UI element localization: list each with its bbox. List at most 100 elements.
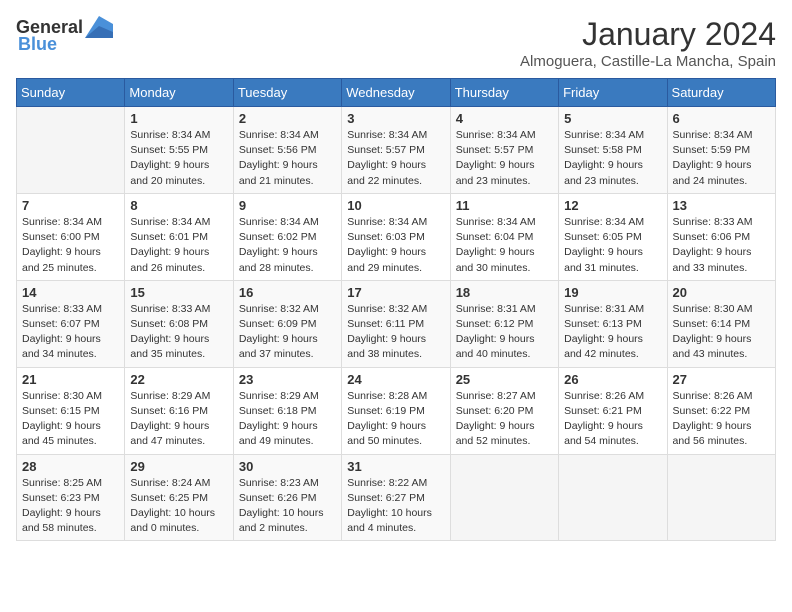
day-info: Sunrise: 8:29 AMSunset: 6:16 PMDaylight:… — [130, 389, 227, 450]
day-number: 17 — [347, 285, 444, 300]
day-info: Sunrise: 8:31 AMSunset: 6:13 PMDaylight:… — [564, 302, 661, 363]
calendar-cell: 29Sunrise: 8:24 AMSunset: 6:25 PMDayligh… — [125, 454, 233, 541]
day-info: Sunrise: 8:33 AMSunset: 6:08 PMDaylight:… — [130, 302, 227, 363]
calendar-cell: 4 Sunrise: 8:34 AMSunset: 5:57 PMDaylight… — [450, 107, 558, 194]
day-info: Sunrise: 8:34 AMSunset: 5:58 PMDaylight:… — [564, 128, 661, 189]
day-number: 6 — [673, 111, 770, 126]
weekday-header-saturday: Saturday — [667, 79, 775, 107]
calendar-cell: 25Sunrise: 8:27 AMSunset: 6:20 PMDayligh… — [450, 367, 558, 454]
weekday-header-tuesday: Tuesday — [233, 79, 341, 107]
day-info: Sunrise: 8:26 AMSunset: 6:22 PMDaylight:… — [673, 389, 770, 450]
day-number: 23 — [239, 372, 336, 387]
day-number: 3 — [347, 111, 444, 126]
week-row-4: 28 Sunrise: 8:25 AMSunset: 6:23 PMDayligh… — [17, 454, 776, 541]
day-number: 2 — [239, 111, 336, 126]
calendar-cell: 7 Sunrise: 8:34 AMSunset: 6:00 PMDaylight… — [17, 193, 125, 280]
day-info: Sunrise: 8:25 AMSunset: 6:23 PMDaylight:… — [22, 476, 119, 537]
calendar-cell: 31 Sunrise: 8:22 AMSunset: 6:27 PMDayligh… — [342, 454, 450, 541]
calendar-cell: 8Sunrise: 8:34 AMSunset: 6:01 PMDaylight… — [125, 193, 233, 280]
day-number: 13 — [673, 198, 770, 213]
day-number: 5 — [564, 111, 661, 126]
day-info: Sunrise: 8:23 AMSunset: 6:26 PMDaylight:… — [239, 476, 336, 537]
day-info: Sunrise: 8:34 AMSunset: 6:03 PMDaylight:… — [347, 215, 444, 276]
day-info: Sunrise: 8:34 AMSunset: 5:57 PMDaylight:… — [456, 128, 553, 189]
weekday-header-wednesday: Wednesday — [342, 79, 450, 107]
day-number: 12 — [564, 198, 661, 213]
day-info: Sunrise: 8:29 AMSunset: 6:18 PMDaylight:… — [239, 389, 336, 450]
day-info: Sunrise: 8:30 AMSunset: 6:14 PMDaylight:… — [673, 302, 770, 363]
day-number: 22 — [130, 372, 227, 387]
day-number: 15 — [130, 285, 227, 300]
day-number: 1 — [130, 111, 227, 126]
weekday-header-monday: Monday — [125, 79, 233, 107]
calendar-cell: 26Sunrise: 8:26 AMSunset: 6:21 PMDayligh… — [559, 367, 667, 454]
calendar-cell: 15 Sunrise: 8:33 AMSunset: 6:08 PMDayligh… — [125, 280, 233, 367]
logo: General Blue — [16, 16, 113, 55]
calendar-cell: 6 Sunrise: 8:34 AMSunset: 5:59 PMDaylight… — [667, 107, 775, 194]
day-number: 28 — [22, 459, 119, 474]
day-info: Sunrise: 8:33 AMSunset: 6:07 PMDaylight:… — [22, 302, 119, 363]
calendar-cell: 18 Sunrise: 8:31 AMSunset: 6:12 PMDayligh… — [450, 280, 558, 367]
day-info: Sunrise: 8:27 AMSunset: 6:20 PMDaylight:… — [456, 389, 553, 450]
calendar-cell — [17, 107, 125, 194]
day-info: Sunrise: 8:34 AMSunset: 6:02 PMDaylight:… — [239, 215, 336, 276]
calendar-cell: 28 Sunrise: 8:25 AMSunset: 6:23 PMDayligh… — [17, 454, 125, 541]
day-info: Sunrise: 8:22 AMSunset: 6:27 PMDaylight:… — [347, 476, 444, 537]
week-row-0: 1 Sunrise: 8:34 AMSunset: 5:55 PMDaylight… — [17, 107, 776, 194]
day-number: 7 — [22, 198, 119, 213]
day-number: 14 — [22, 285, 119, 300]
day-info: Sunrise: 8:34 AMSunset: 6:00 PMDaylight:… — [22, 215, 119, 276]
weekday-header-friday: Friday — [559, 79, 667, 107]
calendar-cell: 14 Sunrise: 8:33 AMSunset: 6:07 PMDayligh… — [17, 280, 125, 367]
calendar-cell: 21Sunrise: 8:30 AMSunset: 6:15 PMDayligh… — [17, 367, 125, 454]
title-area: January 2024 Almoguera, Castille-La Manc… — [520, 16, 776, 70]
logo-icon — [85, 16, 113, 38]
calendar-cell: 10 Sunrise: 8:34 AMSunset: 6:03 PMDayligh… — [342, 193, 450, 280]
day-info: Sunrise: 8:24 AMSunset: 6:25 PMDaylight:… — [130, 476, 227, 537]
calendar-cell: 20 Sunrise: 8:30 AMSunset: 6:14 PMDayligh… — [667, 280, 775, 367]
weekday-header-row: SundayMondayTuesdayWednesdayThursdayFrid… — [17, 79, 776, 107]
calendar-cell: 23 Sunrise: 8:29 AMSunset: 6:18 PMDayligh… — [233, 367, 341, 454]
calendar-cell: 27 Sunrise: 8:26 AMSunset: 6:22 PMDayligh… — [667, 367, 775, 454]
calendar-cell: 9 Sunrise: 8:34 AMSunset: 6:02 PMDaylight… — [233, 193, 341, 280]
calendar-cell: 30Sunrise: 8:23 AMSunset: 6:26 PMDayligh… — [233, 454, 341, 541]
day-number: 18 — [456, 285, 553, 300]
day-number: 10 — [347, 198, 444, 213]
calendar-cell: 16 Sunrise: 8:32 AMSunset: 6:09 PMDayligh… — [233, 280, 341, 367]
weekday-header-thursday: Thursday — [450, 79, 558, 107]
day-number: 26 — [564, 372, 661, 387]
week-row-3: 21Sunrise: 8:30 AMSunset: 6:15 PMDayligh… — [17, 367, 776, 454]
calendar-cell: 19 Sunrise: 8:31 AMSunset: 6:13 PMDayligh… — [559, 280, 667, 367]
calendar-cell — [667, 454, 775, 541]
day-info: Sunrise: 8:34 AMSunset: 5:55 PMDaylight:… — [130, 128, 227, 189]
calendar-cell: 11Sunrise: 8:34 AMSunset: 6:04 PMDayligh… — [450, 193, 558, 280]
day-info: Sunrise: 8:34 AMSunset: 6:01 PMDaylight:… — [130, 215, 227, 276]
day-info: Sunrise: 8:34 AMSunset: 5:56 PMDaylight:… — [239, 128, 336, 189]
day-info: Sunrise: 8:34 AMSunset: 5:59 PMDaylight:… — [673, 128, 770, 189]
day-number: 16 — [239, 285, 336, 300]
day-info: Sunrise: 8:34 AMSunset: 5:57 PMDaylight:… — [347, 128, 444, 189]
calendar-cell: 17Sunrise: 8:32 AMSunset: 6:11 PMDayligh… — [342, 280, 450, 367]
day-number: 19 — [564, 285, 661, 300]
day-number: 9 — [239, 198, 336, 213]
day-number: 20 — [673, 285, 770, 300]
day-info: Sunrise: 8:32 AMSunset: 6:09 PMDaylight:… — [239, 302, 336, 363]
weekday-header-sunday: Sunday — [17, 79, 125, 107]
day-info: Sunrise: 8:28 AMSunset: 6:19 PMDaylight:… — [347, 389, 444, 450]
location-title: Almoguera, Castille-La Mancha, Spain — [520, 53, 776, 70]
calendar-cell — [559, 454, 667, 541]
calendar-cell: 13Sunrise: 8:33 AMSunset: 6:06 PMDayligh… — [667, 193, 775, 280]
calendar-table: SundayMondayTuesdayWednesdayThursdayFrid… — [16, 78, 776, 541]
day-number: 27 — [673, 372, 770, 387]
header: General Blue January 2024 Almoguera, Cas… — [16, 16, 776, 70]
day-info: Sunrise: 8:31 AMSunset: 6:12 PMDaylight:… — [456, 302, 553, 363]
week-row-2: 14 Sunrise: 8:33 AMSunset: 6:07 PMDayligh… — [17, 280, 776, 367]
calendar-cell — [450, 454, 558, 541]
calendar-cell: 3 Sunrise: 8:34 AMSunset: 5:57 PMDaylight… — [342, 107, 450, 194]
day-number: 31 — [347, 459, 444, 474]
day-number: 4 — [456, 111, 553, 126]
calendar-cell: 24 Sunrise: 8:28 AMSunset: 6:19 PMDayligh… — [342, 367, 450, 454]
calendar-cell: 1 Sunrise: 8:34 AMSunset: 5:55 PMDaylight… — [125, 107, 233, 194]
calendar-cell: 5 Sunrise: 8:34 AMSunset: 5:58 PMDaylight… — [559, 107, 667, 194]
day-number: 24 — [347, 372, 444, 387]
